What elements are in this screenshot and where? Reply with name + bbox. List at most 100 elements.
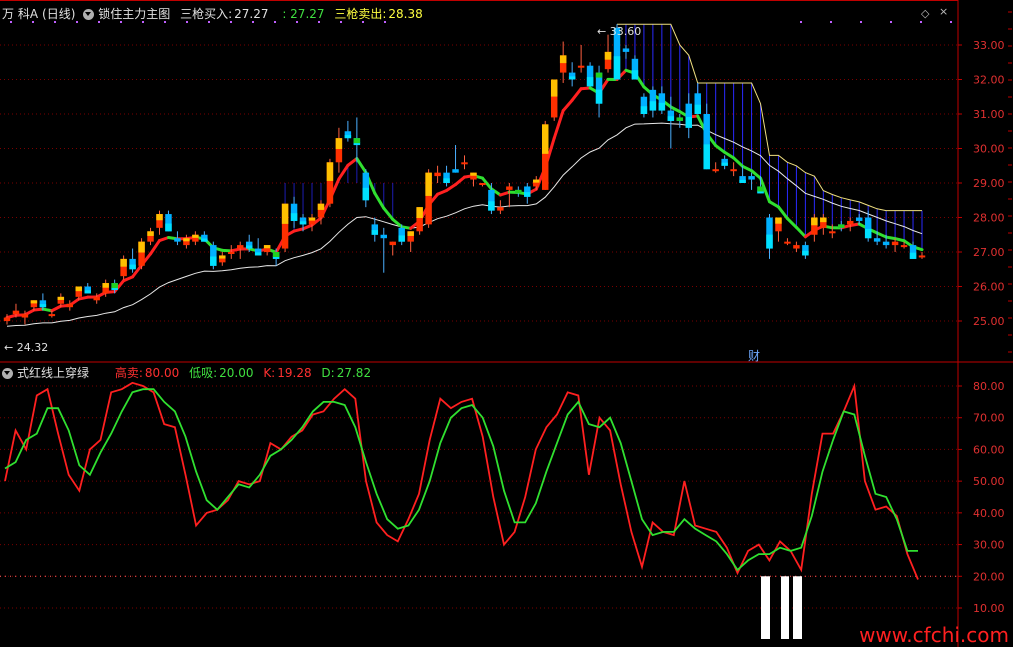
candle-accent [909,252,917,259]
value2: : 27.27 [282,7,325,21]
top-dot [800,21,802,23]
candle-accent [694,104,701,114]
candle-accent [542,124,549,154]
candle-body [3,317,11,321]
sub-indicator-menu-icon[interactable] [2,368,13,379]
candle-body [918,255,926,258]
main-tick-label: 33.00 [973,39,1005,52]
main-tick-label: 32.00 [973,74,1005,87]
candle-accent [775,217,782,224]
candle-accent [245,245,253,249]
main-tick-label: 30.00 [973,143,1005,156]
candle-accent [721,162,728,166]
candle-accent [676,117,684,121]
candle-accent [183,238,190,242]
candle-body [829,231,836,234]
cai-badge[interactable]: 财 [748,347,760,364]
candle-body [66,303,74,308]
candle-body [712,169,719,172]
candle-accent [407,231,414,236]
main-tick-label: 28.00 [973,212,1005,225]
diamond-icon[interactable]: ◇ [921,7,929,20]
candle-body [452,169,459,173]
candle-accent [425,172,432,196]
candle-accent [165,223,172,232]
main-tick-label: 29.00 [973,177,1005,190]
candle-body [748,176,755,180]
sub-tick-label: 10.00 [973,602,1005,615]
candle-accent [138,241,145,253]
candle-body [461,162,468,165]
fast-ma-segment [149,239,161,256]
high-price-label: ← 33.60 [597,25,641,38]
candle-body [855,217,863,221]
fast-ma-segment [768,200,780,209]
candle-accent [550,79,558,97]
fast-ma-segment [794,225,807,239]
top-dot [950,21,952,23]
fast-ma-segment [723,150,736,160]
candle-accent [838,224,845,228]
sub-indicator-name[interactable]: 式红线上穿绿 [17,366,89,380]
fast-ma-segment [714,144,727,154]
candle-body [891,241,899,246]
fast-ma-segment [570,87,583,102]
fast-ma-segment [50,304,63,313]
stock-chart[interactable]: 33.00 32.00 31.00 30.00 29.00 28.00 27.00 26.00… [0,0,1013,647]
candle-body [784,241,791,244]
candle-accent [739,179,746,183]
candle-accent [57,296,65,300]
candle-accent [210,256,217,266]
slow-ma-line [6,122,923,327]
close-icon[interactable]: × [939,5,948,18]
candle-accent [640,106,648,114]
candle-body [506,186,513,190]
candle-body [730,169,737,172]
candle-accent [586,77,594,87]
main-indicator-name[interactable]: 锁住主力主图 [98,7,170,21]
candle-accent [219,255,226,259]
candle-accent [613,56,621,80]
sub-tick-label: 30.00 [973,539,1005,552]
d-value: 27.82 [336,366,372,380]
d-label: D: [321,366,335,380]
candle-accent [416,207,423,219]
top-dot [860,21,862,23]
candle-accent [631,70,639,80]
main-tick-label: 25.00 [973,315,1005,328]
candle-body [434,172,441,177]
period-label: (日线) [42,7,76,21]
candle-accent [470,172,477,176]
candle-accent [120,258,127,267]
candle-body [900,245,908,248]
candle-accent [559,55,567,64]
fast-ma-segment [355,157,368,174]
dixi-value: 20.00 [219,366,254,380]
main-header: 万 科A (日线) 锁住主力主图 三枪买入: 27.27 : 27.27 三枪卖出:… [2,5,427,23]
candle-accent [147,231,154,236]
candle-body [882,241,890,246]
candle-accent [595,72,603,78]
candle-accent [604,51,612,60]
candle-accent [658,102,666,111]
candle-body [93,296,100,301]
main-tick-label: 31.00 [973,108,1005,121]
candle-body [577,65,585,68]
indicator-menu-icon[interactable] [83,9,95,20]
candle-accent [649,101,657,111]
candle-body [622,48,630,52]
buy-label: 三枪买入: [180,7,233,21]
top-dot [890,21,892,23]
signal-bar [781,576,789,639]
candle-accent [595,89,603,104]
candle-accent [811,217,818,226]
main-tick-label: 26.00 [973,281,1005,294]
fast-ma-segment [785,217,798,229]
candle-body [847,220,854,225]
candle-accent [685,116,692,128]
candle-body [793,245,800,249]
fast-ma-segment [445,183,458,192]
candle-accent [344,135,352,139]
candle-accent [568,76,576,80]
candle-accent [317,203,325,210]
